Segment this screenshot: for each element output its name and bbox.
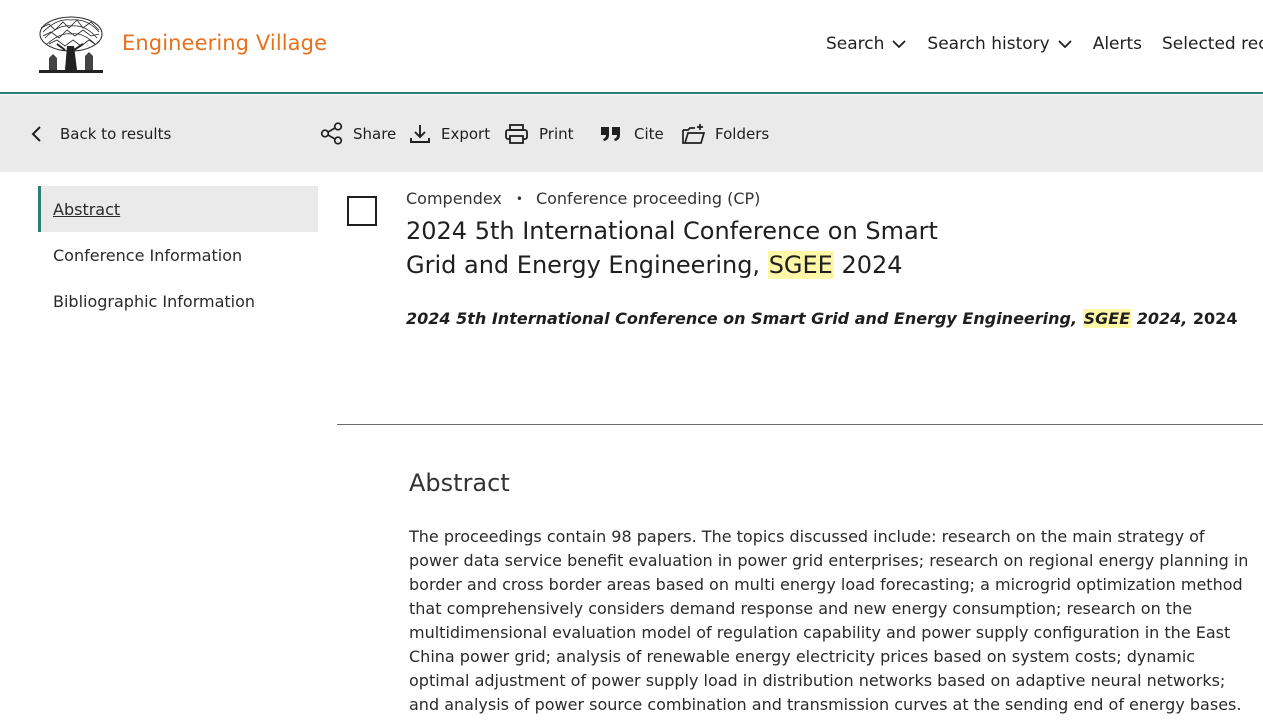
folders-button[interactable]: Folders: [681, 95, 769, 172]
source-title: 2024 5th International Conference on Sma…: [406, 309, 1083, 328]
search-term-highlight: SGEE: [767, 251, 834, 279]
record-meta: Compendex • Conference proceeding (CP): [406, 189, 760, 208]
abstract-heading: Abstract: [409, 469, 510, 497]
nav-search-history-label: Search history: [927, 34, 1050, 54]
sidebar-item-abstract[interactable]: Abstract: [38, 186, 318, 232]
folder-add-icon: [682, 123, 705, 144]
share-button[interactable]: Share: [320, 95, 396, 172]
sidebar-item-conference-information[interactable]: Conference Information: [38, 232, 318, 278]
nav-selected-records[interactable]: Selected recor: [1162, 34, 1263, 54]
abstract-text: The proceedings contain 98 papers. The t…: [409, 527, 1249, 714]
record-source: 2024 5th International Conference on Sma…: [406, 309, 1237, 328]
nav-alerts[interactable]: Alerts: [1093, 34, 1142, 54]
nav-selected-records-label: Selected recor: [1162, 34, 1263, 54]
share-label: Share: [353, 124, 397, 143]
record-section-nav: Abstract Conference Information Bibliogr…: [38, 186, 318, 324]
download-icon: [410, 124, 430, 143]
back-to-results-label: Back to results: [60, 124, 172, 143]
brand-name[interactable]: Engineering Village: [122, 31, 327, 55]
folders-label: Folders: [715, 124, 770, 143]
site-header: Engineering Village Search Search histor…: [0, 0, 1263, 94]
export-button[interactable]: Export: [409, 95, 490, 172]
search-term-highlight: SGEE: [1082, 309, 1132, 328]
source-year: 2024: [1187, 309, 1238, 328]
sidebar-item-label: Conference Information: [53, 245, 243, 265]
divider: [337, 424, 1263, 425]
sidebar-item-bibliographic-information[interactable]: Bibliographic Information: [38, 278, 318, 324]
chevron-left-icon: [31, 125, 41, 142]
printer-icon: [505, 123, 528, 144]
cite-button[interactable]: Cite: [600, 95, 664, 172]
nav-search-label: Search: [826, 34, 885, 54]
document-type-label: Conference proceeding (CP): [535, 189, 761, 208]
print-button[interactable]: Print: [504, 95, 574, 172]
record-toolbar: Back to results Share Export Print Cite: [0, 95, 1263, 172]
separator-dot: •: [515, 191, 523, 206]
record-title: 2024 5th International Conference on Sma…: [406, 214, 966, 282]
sidebar-item-label: Abstract: [53, 199, 121, 219]
print-label: Print: [539, 124, 574, 143]
back-to-results-button[interactable]: Back to results: [30, 95, 171, 172]
database-label: Compendex: [406, 189, 502, 208]
select-record-checkbox[interactable]: [347, 196, 377, 226]
top-navigation: Search Search history Alerts Selected re…: [826, 34, 1263, 54]
record-title-text-end: 2024: [833, 251, 903, 279]
sidebar-item-label: Bibliographic Information: [53, 291, 256, 311]
nav-search[interactable]: Search: [826, 34, 907, 54]
chevron-down-icon: [892, 40, 907, 49]
nav-alerts-label: Alerts: [1092, 34, 1143, 54]
chevron-down-icon: [1058, 40, 1072, 49]
elsevier-tree-logo-icon[interactable]: [37, 14, 105, 76]
source-title-end: 2024,: [1131, 309, 1188, 328]
nav-search-history[interactable]: Search history: [927, 34, 1072, 54]
share-icon: [320, 122, 343, 145]
cite-label: Cite: [634, 124, 664, 143]
export-label: Export: [441, 124, 491, 143]
quote-icon: [601, 126, 620, 141]
